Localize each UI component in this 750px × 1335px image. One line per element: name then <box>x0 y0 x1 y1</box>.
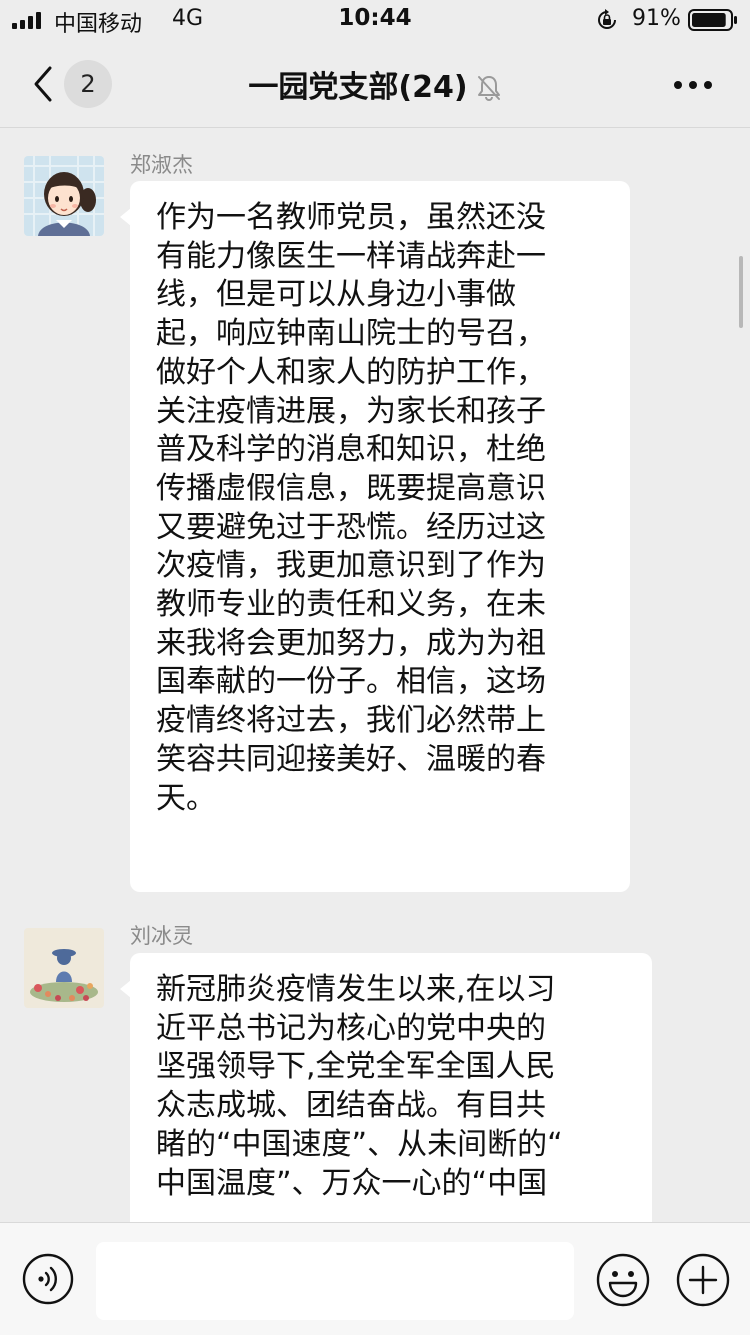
more-options-button[interactable] <box>674 78 714 92</box>
emoji-icon <box>596 1253 650 1307</box>
message-line: 来我将会更加努力，成为为祖 <box>156 625 546 661</box>
emoji-button[interactable] <box>596 1253 650 1307</box>
message-line: 做好个人和家人的防护工作， <box>156 354 546 390</box>
message-line: 关注疫情进展，为家长和孩子 <box>156 393 546 429</box>
message-line: 中国温度”、万众一心的“中国 <box>156 1165 548 1201</box>
message-line: 天。 <box>156 780 216 816</box>
message-line: 国奉献的一份子。相信，这场 <box>156 664 546 700</box>
chat-title: 一园党支部(24) <box>248 70 468 105</box>
message-line: 笑容共同迎接美好、温暖的春 <box>156 741 546 777</box>
plus-icon <box>676 1253 730 1307</box>
message-line: 近平总书记为核心的党中央的 <box>156 1010 546 1046</box>
more-dots-icon <box>674 81 682 89</box>
message-line: 线，但是可以从身边小事做 <box>156 277 516 313</box>
message-line: 新冠肺炎疫情发生以来,在以习 <box>156 972 556 1007</box>
rotation-lock-icon <box>596 9 618 37</box>
sender-name: 郑淑杰 <box>130 153 193 177</box>
voice-icon <box>22 1253 74 1305</box>
message-line: 又要避免过于恐慌。经历过这 <box>156 509 546 545</box>
sender-avatar[interactable] <box>24 928 104 1008</box>
message-line: 众志成城、团结奋战。有目共 <box>156 1088 546 1124</box>
message-line: 传播虚假信息，既要提高意识 <box>156 470 546 506</box>
message-bubble[interactable]: 新冠肺炎疫情发生以来,在以习 近平总书记为核心的党中央的 坚强领导下,全党全军全… <box>130 953 652 1253</box>
bell-muted-icon <box>476 74 502 106</box>
message-line: 坚强领导下,全党全军全国人民 <box>156 1049 556 1085</box>
sender-avatar[interactable] <box>24 156 104 236</box>
status-bar: 中国移动 4G 10:44 91% <box>0 0 750 40</box>
voice-input-button[interactable] <box>22 1253 74 1305</box>
cartoon-girl-avatar <box>24 156 104 236</box>
signal-strength-icon <box>12 11 41 29</box>
message-bubble[interactable]: 作为一名教师党员，虽然还没 有能力像医生一样请战奔赴一 线，但是可以从身边小事做… <box>130 181 630 892</box>
message-line: 教师专业的责任和义务，在未 <box>156 587 546 623</box>
battery-percent: 91% <box>632 6 681 31</box>
chat-header: 2 一园党支部(24) <box>0 40 750 128</box>
carrier-name: 中国移动 <box>54 12 143 37</box>
sender-name: 刘冰灵 <box>130 924 193 948</box>
message-line: 起，响应钟南山院士的号召， <box>156 316 546 352</box>
battery-icon <box>688 9 737 31</box>
input-bar <box>0 1222 750 1335</box>
more-functions-button[interactable] <box>676 1253 730 1307</box>
header-divider <box>0 127 750 128</box>
message-line: 有能力像医生一样请战奔赴一 <box>156 238 546 274</box>
message-line: 普及科学的消息和知识，杜绝 <box>156 432 546 468</box>
message-line: 次疫情，我更加意识到了作为 <box>156 548 546 584</box>
scrollbar[interactable] <box>739 256 743 328</box>
flower-illustration-avatar <box>24 928 104 1008</box>
message-input[interactable] <box>96 1242 574 1320</box>
message-line: 睹的“中国速度”、从未间断的“ <box>156 1126 563 1162</box>
message-line: 疫情终将过去，我们必然带上 <box>156 703 546 739</box>
message-line: 作为一名教师党员，虽然还没 <box>156 200 546 235</box>
network-type: 4G <box>172 6 204 31</box>
